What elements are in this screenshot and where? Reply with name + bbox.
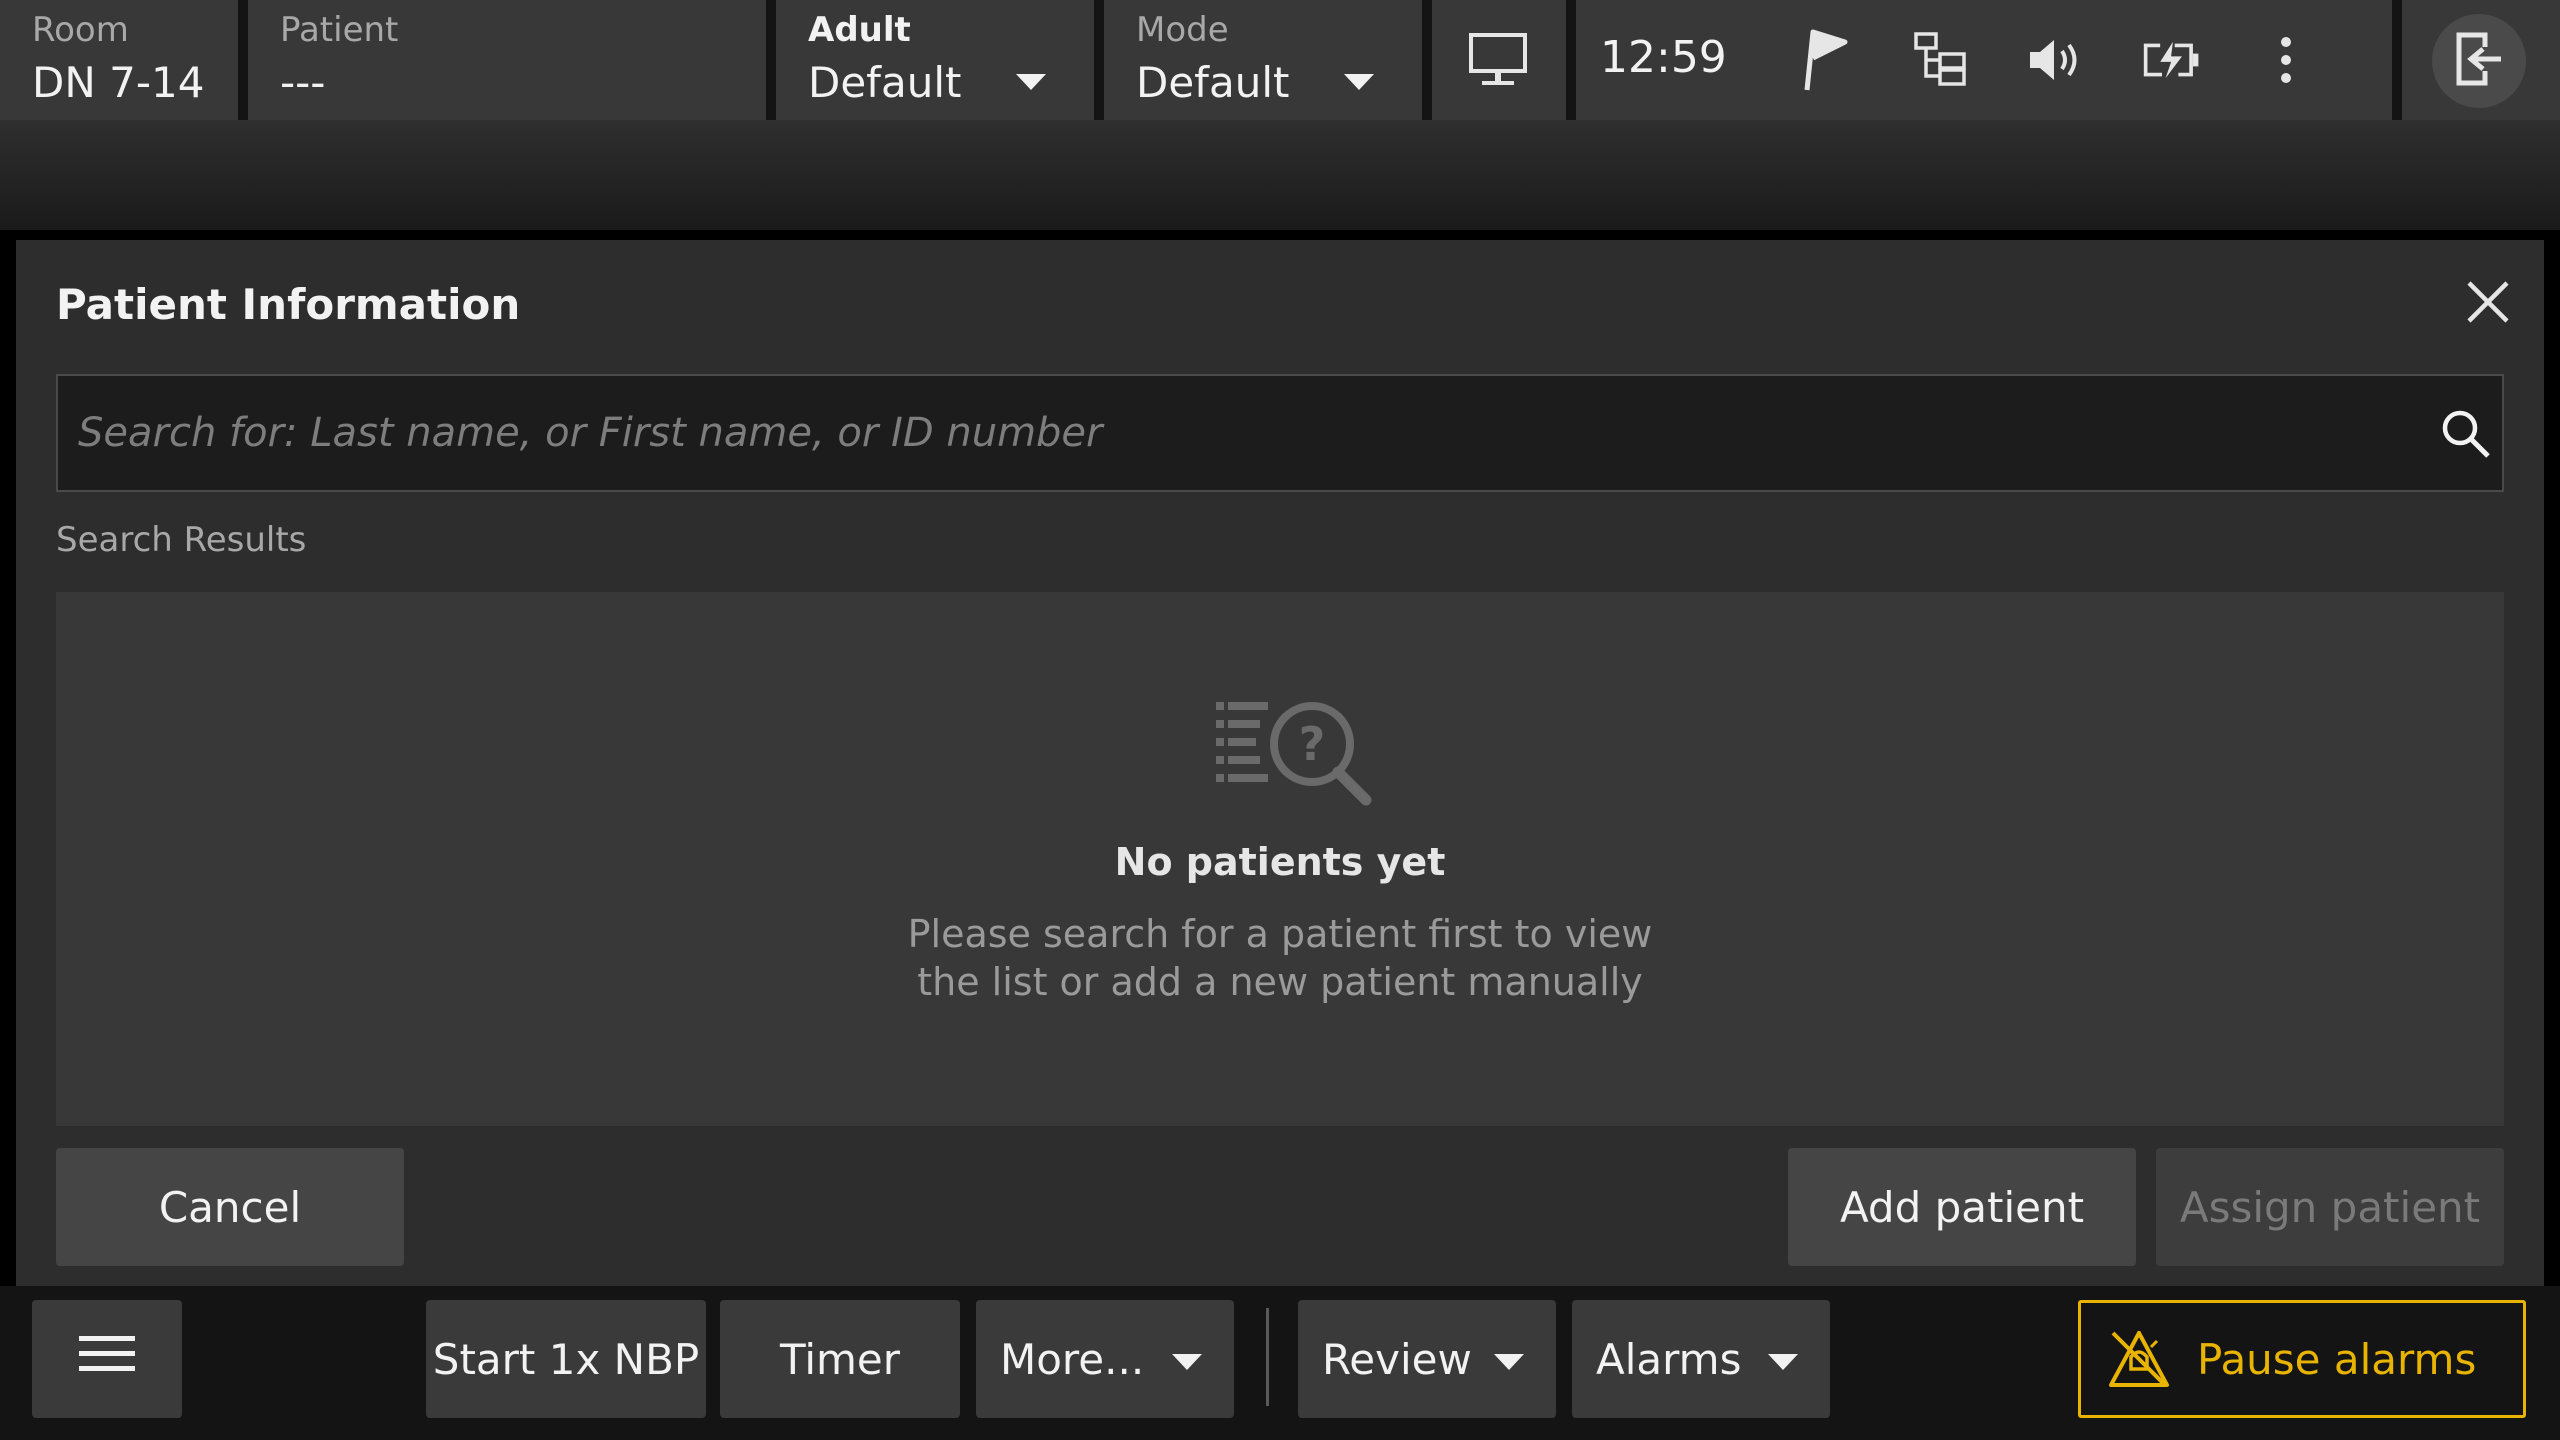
exit-button[interactable]	[2432, 14, 2526, 108]
patient-category-dropdown[interactable]: Adult Default	[776, 0, 1094, 120]
chevron-down-icon	[1344, 74, 1374, 90]
cancel-button[interactable]: Cancel	[56, 1148, 404, 1266]
more-vertical-icon[interactable]	[2256, 30, 2316, 90]
room-label: Room	[32, 10, 129, 50]
search-results-panel: ? No patients yet Please search for a pa…	[56, 592, 2504, 1126]
pause-alarms-button[interactable]: Pause alarms	[2078, 1300, 2526, 1418]
chevron-down-icon	[1768, 1354, 1798, 1370]
close-icon	[2465, 279, 2511, 329]
alarms-dropdown-button[interactable]: Alarms	[1572, 1300, 1830, 1418]
speaker-icon[interactable]	[2026, 30, 2086, 90]
display-button[interactable]	[1432, 0, 1566, 120]
empty-state-title: No patients yet	[1114, 840, 1446, 884]
svg-text:?: ?	[1299, 717, 1326, 771]
category-value: Default	[808, 58, 962, 107]
empty-state-line-2: the list or add a new patient manually	[917, 960, 1643, 1004]
mode-label: Mode	[1136, 10, 1229, 50]
bottom-bar: Start 1x NBP Timer More... Review Alarms…	[0, 1286, 2560, 1440]
network-icon[interactable]	[1910, 30, 1970, 90]
dialog-title: Patient Information	[56, 280, 521, 329]
search-results-label: Search Results	[56, 520, 307, 560]
search-input[interactable]	[78, 376, 2408, 490]
start-nbp-button[interactable]: Start 1x NBP	[426, 1300, 706, 1418]
patient-information-dialog: Patient Information Search Results	[16, 240, 2544, 1286]
clock-time: 12:59	[1600, 32, 1727, 83]
room-value: DN 7-14	[32, 58, 205, 107]
review-label: Review	[1322, 1334, 1472, 1384]
category-label: Adult	[808, 10, 911, 50]
chevron-down-icon	[1494, 1354, 1524, 1370]
patient-value: ---	[280, 58, 326, 107]
waveform-area-strip	[0, 120, 2560, 230]
more-dropdown-button[interactable]: More...	[976, 1300, 1234, 1418]
exit-area	[2402, 0, 2560, 120]
mode-dropdown[interactable]: Mode Default	[1104, 0, 1422, 120]
add-patient-button[interactable]: Add patient	[1788, 1148, 2136, 1266]
exit-icon	[2451, 29, 2507, 93]
review-dropdown-button[interactable]: Review	[1298, 1300, 1556, 1418]
room-field[interactable]: Room DN 7-14	[0, 0, 238, 120]
pause-alarms-label: Pause alarms	[2197, 1334, 2477, 1384]
timer-label: Timer	[779, 1334, 901, 1384]
chevron-down-icon	[1016, 74, 1046, 90]
chevron-down-icon	[1172, 1354, 1202, 1370]
battery-charging-icon[interactable]	[2142, 30, 2202, 90]
empty-state-line-1: Please search for a patient first to vie…	[907, 912, 1653, 956]
monitor-icon	[1468, 30, 1528, 90]
status-area: 12:59	[1576, 0, 2392, 120]
more-label: More...	[1000, 1334, 1145, 1384]
flag-icon[interactable]	[1794, 29, 1854, 91]
top-bar: Room DN 7-14 Patient --- Adult Default M…	[0, 0, 2560, 120]
search-list-question-icon: ?	[1216, 696, 1376, 806]
search-icon[interactable]	[2438, 406, 2494, 462]
main-menu-button[interactable]	[32, 1300, 182, 1418]
patient-field[interactable]: Patient ---	[248, 0, 766, 120]
hamburger-menu-icon	[79, 1334, 135, 1384]
patient-label: Patient	[280, 10, 399, 50]
mode-value: Default	[1136, 58, 1290, 107]
search-box	[56, 374, 2504, 492]
assign-patient-button[interactable]: Assign patient	[2156, 1148, 2504, 1266]
alarms-label: Alarms	[1596, 1334, 1742, 1384]
timer-button[interactable]: Timer	[720, 1300, 960, 1418]
start-nbp-label: Start 1x NBP	[432, 1334, 700, 1384]
alarm-paused-icon	[2107, 1327, 2171, 1391]
empty-state-message: Please search for a patient first to vie…	[56, 910, 2504, 1006]
divider	[1266, 1308, 1269, 1406]
close-button[interactable]	[2456, 272, 2520, 336]
